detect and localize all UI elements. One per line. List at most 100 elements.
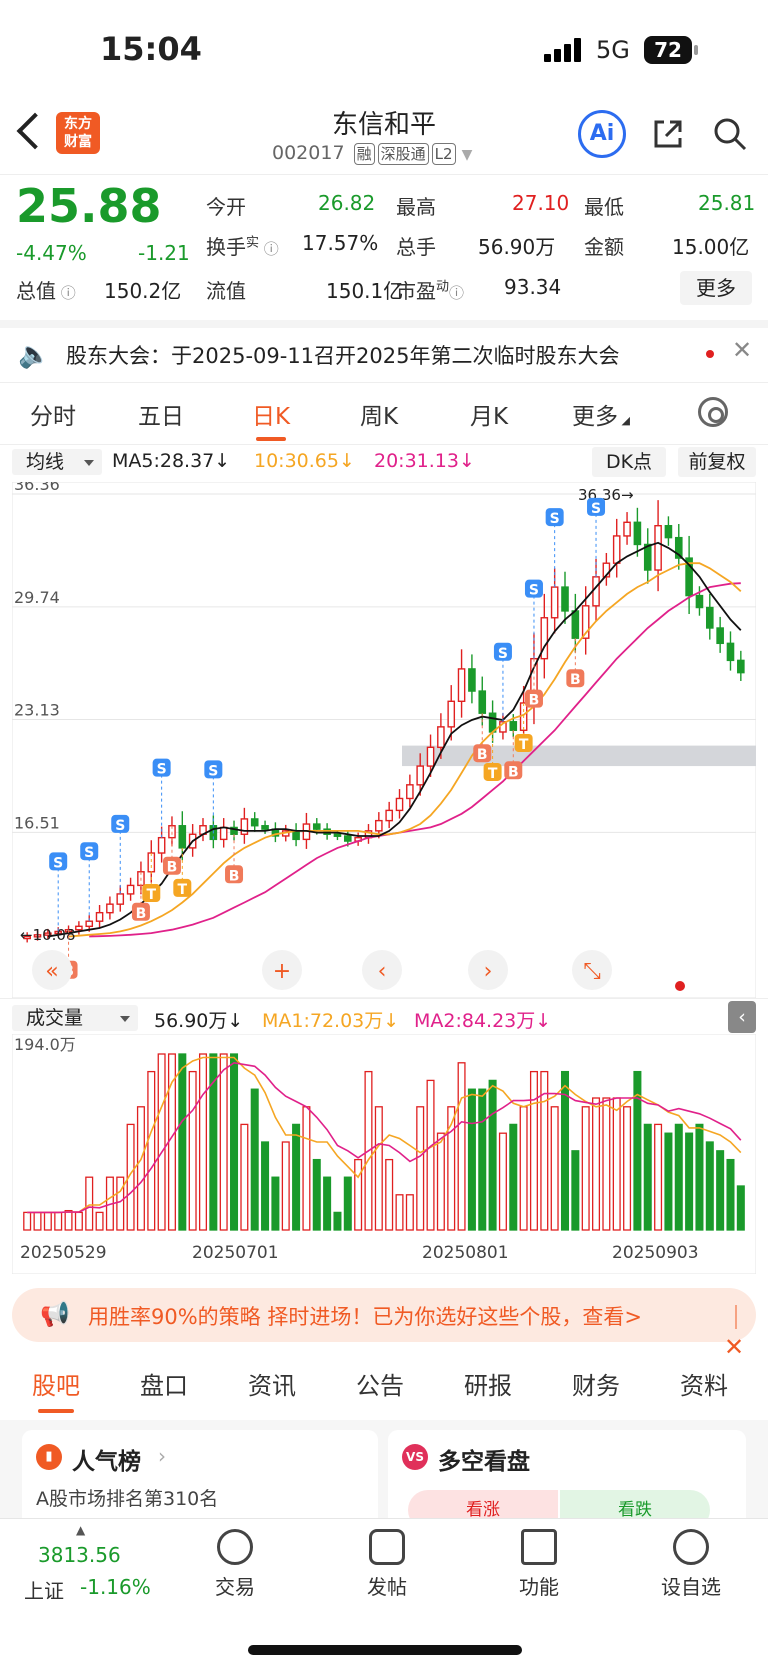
tab-intraday[interactable]: 分时 <box>30 397 76 431</box>
volume-bar <box>602 1097 611 1231</box>
tab-finance[interactable]: 财务 <box>572 1366 620 1401</box>
volume-max-label: 194.0万 <box>14 1035 76 1054</box>
volume-bar <box>292 1123 301 1231</box>
volume-bar <box>136 1106 145 1231</box>
triangle-up-icon: ▲ <box>76 1523 86 1537</box>
x-tick-label: 20250529 <box>20 1243 107 1263</box>
volume-indicator-select[interactable]: 成交量 <box>12 1005 138 1031</box>
status-bar: 15:04 5G 72 <box>0 0 768 100</box>
tab-weekly-k[interactable]: 周K <box>360 397 398 431</box>
volume-bar <box>685 1132 694 1231</box>
volume-bar <box>261 1141 270 1231</box>
high-marker: 36.36→ <box>578 486 634 504</box>
volume-bar <box>64 1209 73 1231</box>
tab-research[interactable]: 研报 <box>464 1366 512 1401</box>
stock-code-row[interactable]: 002017 融深股通 L2 ▼ <box>272 142 472 165</box>
volume-bar <box>343 1176 352 1231</box>
candle-body <box>95 911 104 922</box>
volume-bar <box>509 1123 518 1231</box>
volume-bar <box>612 1097 621 1231</box>
trade-marker-label: S <box>498 646 508 662</box>
volume-chart[interactable]: 194.0万 20250529 20250701 20250801 20250903 <box>12 1034 756 1274</box>
share-icon[interactable] <box>650 116 686 152</box>
megaphone-icon: 📢 <box>40 1300 70 1328</box>
tab-guba[interactable]: 股吧 <box>32 1366 80 1413</box>
tab-monthly-k[interactable]: 月K <box>470 397 508 431</box>
volume-bar <box>240 1123 249 1231</box>
trade-marker-label: S <box>550 511 560 527</box>
indicator-select[interactable]: 均线 <box>12 449 102 475</box>
tab-daily-k[interactable]: 日K <box>252 397 290 441</box>
trade-marker-label: S <box>591 501 601 517</box>
trade-marker-label: S <box>53 855 63 871</box>
vol-ma1-label: MA1:72.03万↓ <box>262 1010 400 1032</box>
volume-bar <box>157 1053 166 1231</box>
amount-label: 金额 <box>584 235 624 259</box>
candle-body <box>406 784 414 800</box>
nav-watchlist[interactable]: 设自选 <box>646 1529 736 1600</box>
nav-function[interactable]: 功能 <box>494 1529 584 1600</box>
ma-legend: 均线 MA5:28.37↓ 10:30.65↓ 20:31.13↓ DK点 前复… <box>0 444 768 478</box>
trade-marker-label: B <box>508 764 519 780</box>
tag-l2: L2 <box>431 143 456 165</box>
ai-button[interactable]: Ai <box>578 110 626 158</box>
collapse-icon[interactable]: ‹ <box>728 1001 756 1033</box>
yen-icon <box>217 1529 253 1565</box>
vol-ma2-label: MA2:84.23万↓ <box>414 1010 552 1032</box>
turnover-value: 17.57% <box>302 231 379 255</box>
volume-bar <box>323 1176 332 1231</box>
trade-marker-label: S <box>157 762 167 778</box>
dk-button[interactable]: DK点 <box>592 447 666 477</box>
volume-bar <box>219 1053 228 1231</box>
volume-bar <box>354 1158 363 1231</box>
volume-bar <box>178 1053 187 1231</box>
candle-body <box>261 825 269 830</box>
candle-body <box>705 606 714 629</box>
volume-legend: 成交量 56.90万↓ MA1:72.03万↓ MA2:84.23万↓ ‹ <box>0 998 768 1034</box>
candle-body <box>240 818 249 835</box>
search-icon[interactable] <box>712 116 748 152</box>
volume-bar <box>726 1158 735 1231</box>
candle-body <box>416 765 425 786</box>
volume-bar <box>116 1176 125 1231</box>
pe-value: 93.34 <box>504 275 562 299</box>
nav-post[interactable]: 发帖 <box>342 1529 432 1600</box>
index-pct: -1.16% <box>80 1575 151 1599</box>
candle-body <box>333 833 342 837</box>
open-value: 26.82 <box>318 191 376 215</box>
volume-bar <box>529 1070 538 1231</box>
tab-more[interactable]: 更多 ◢ <box>572 397 630 431</box>
volume-bar <box>664 1132 673 1231</box>
volume-bar <box>198 1053 208 1231</box>
tab-announce[interactable]: 公告 <box>356 1366 404 1401</box>
volume-bar <box>623 1106 632 1231</box>
index-value[interactable]: 3813.56 <box>38 1543 121 1567</box>
tab-news[interactable]: 资讯 <box>248 1366 296 1401</box>
candle-body <box>716 627 724 645</box>
x-tick-label: 20250701 <box>192 1243 279 1263</box>
volume-bar <box>736 1185 745 1231</box>
adjust-button[interactable]: 前复权 <box>678 447 756 477</box>
volume-bar <box>405 1194 414 1231</box>
last-price: 25.88 <box>16 179 162 233</box>
volume-bar <box>643 1123 652 1231</box>
close-icon[interactable]: ✕ <box>732 336 752 364</box>
tab-profile[interactable]: 资料 <box>680 1366 728 1401</box>
candle-body <box>447 700 456 728</box>
mktcap-label: 总值 ⓘ <box>16 279 76 303</box>
notice-bar[interactable]: 🔈 股东大会：于2025-09-11召开2025年第二次临时股东大会 ✕ <box>0 320 768 382</box>
volume-bar <box>312 1158 321 1231</box>
candle-body <box>737 659 745 674</box>
dots-icon <box>673 1529 709 1565</box>
gear-icon[interactable] <box>698 397 728 427</box>
volume-bar <box>167 1053 176 1231</box>
period-tabs: 分时 五日 日K 周K 月K 更多 ◢ <box>0 382 768 444</box>
nav-trade[interactable]: 交易 <box>190 1529 280 1600</box>
more-button[interactable]: 更多 <box>680 271 752 305</box>
y-tick-label: 16.51 <box>14 813 60 832</box>
volume-bar <box>374 1106 383 1231</box>
promo-banner[interactable]: 📢 用胜率90%的策略 择时进场！已为你选好这些个股，查看> ｜✕ <box>12 1288 756 1361</box>
tab-five-day[interactable]: 五日 <box>138 397 184 431</box>
kline-chart[interactable]: 36.3629.7423.1316.5136.36→←10.08SBSSSSBT… <box>12 482 756 998</box>
tab-pankou[interactable]: 盘口 <box>140 1366 188 1401</box>
